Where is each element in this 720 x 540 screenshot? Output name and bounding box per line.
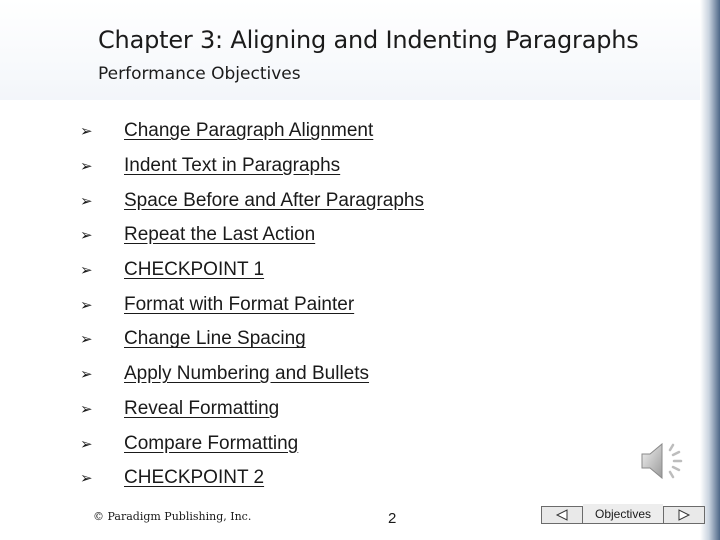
objective-item: ➢ Reveal Formatting <box>80 392 424 427</box>
footer-copyright: © Paradigm Publishing, Inc. <box>93 510 252 523</box>
objective-item: ➢ Apply Numbering and Bullets <box>80 357 424 392</box>
objective-link-change-paragraph-alignment[interactable]: Change Paragraph Alignment <box>124 120 373 142</box>
arrow-bullet-icon: ➢ <box>80 295 93 314</box>
objectives-list: ➢ Change Paragraph Alignment ➢ Indent Te… <box>80 114 424 496</box>
triangle-right-icon <box>678 509 691 521</box>
objective-link-compare-formatting[interactable]: Compare Formatting <box>124 433 298 455</box>
objective-link-reveal-formatting[interactable]: Reveal Formatting <box>124 398 279 420</box>
objective-item: ➢ CHECKPOINT 2 <box>80 461 424 496</box>
objective-link-indent-text[interactable]: Indent Text in Paragraphs <box>124 155 340 177</box>
objective-item: ➢ Repeat the Last Action <box>80 218 424 253</box>
objective-item: ➢ Compare Formatting <box>80 426 424 461</box>
speaker-icon-graphic <box>641 442 683 480</box>
slide-edge-decoration <box>700 0 720 540</box>
arrow-bullet-icon: ➢ <box>80 330 93 349</box>
arrow-bullet-icon: ➢ <box>80 399 93 418</box>
objective-item: ➢ Change Paragraph Alignment <box>80 114 424 149</box>
objective-item: ➢ Change Line Spacing <box>80 322 424 357</box>
previous-slide-button[interactable] <box>542 507 583 523</box>
arrow-bullet-icon: ➢ <box>80 191 93 210</box>
slide-subtitle: Performance Objectives <box>98 64 301 84</box>
objectives-button[interactable]: Objectives <box>583 504 663 523</box>
objective-item: ➢ CHECKPOINT 1 <box>80 253 424 288</box>
slide-navigation: Objectives <box>541 504 705 524</box>
arrow-bullet-icon: ➢ <box>80 122 93 141</box>
objective-link-checkpoint-2[interactable]: CHECKPOINT 2 <box>124 467 264 489</box>
objective-link-numbering-bullets[interactable]: Apply Numbering and Bullets <box>124 363 369 385</box>
speaker-icon[interactable] <box>638 438 692 484</box>
triangle-left-icon <box>555 509 568 521</box>
arrow-bullet-icon: ➢ <box>80 157 93 176</box>
objective-item: ➢ Space Before and After Paragraphs <box>80 183 424 218</box>
objective-link-checkpoint-1[interactable]: CHECKPOINT 1 <box>124 259 264 281</box>
objective-item: ➢ Indent Text in Paragraphs <box>80 149 424 184</box>
arrow-bullet-icon: ➢ <box>80 365 93 384</box>
slide-title: Chapter 3: Aligning and Indenting Paragr… <box>98 26 639 54</box>
objective-item: ➢ Format with Format Painter <box>80 287 424 322</box>
slide: Chapter 3: Aligning and Indenting Paragr… <box>0 0 720 540</box>
arrow-bullet-icon: ➢ <box>80 226 93 245</box>
next-slide-button[interactable] <box>663 507 704 523</box>
objective-link-line-spacing[interactable]: Change Line Spacing <box>124 328 306 350</box>
arrow-bullet-icon: ➢ <box>80 469 93 488</box>
objective-link-space-before-after[interactable]: Space Before and After Paragraphs <box>124 190 424 212</box>
objective-link-repeat-last-action[interactable]: Repeat the Last Action <box>124 224 315 246</box>
arrow-bullet-icon: ➢ <box>80 261 93 280</box>
page-number: 2 <box>388 510 397 527</box>
objective-link-format-painter[interactable]: Format with Format Painter <box>124 294 354 316</box>
arrow-bullet-icon: ➢ <box>80 434 93 453</box>
